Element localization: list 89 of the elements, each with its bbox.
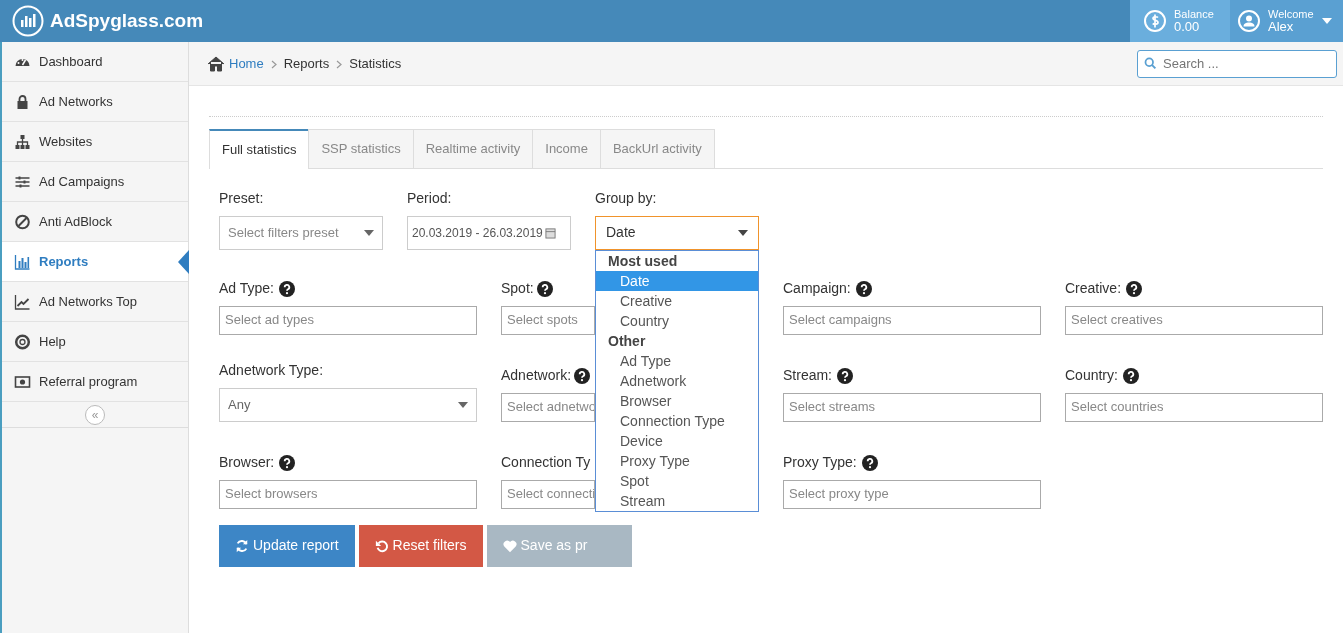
input-field[interactable]: Select creatives [1065, 305, 1323, 335]
input-field[interactable]: Select countries [1065, 392, 1323, 422]
sidebar-item[interactable]: Reports [2, 242, 188, 282]
caret-icon [364, 229, 374, 236]
bar-chart-icon [14, 253, 31, 270]
breadcrumb-link[interactable]: Home [207, 53, 264, 74]
group-by-select[interactable]: Date [595, 215, 759, 250]
input-field[interactable]: Select ad types [219, 305, 477, 335]
sidebar-item[interactable]: Dashboard [2, 42, 188, 82]
dropdown-option[interactable]: Browser [596, 390, 758, 411]
date-range-field[interactable]: 20.03.2019 - 26.03.2019 [407, 215, 571, 250]
field-label: Proxy Type: [783, 453, 857, 472]
input-field[interactable]: Select proxy type [783, 479, 1041, 509]
caret-icon [738, 229, 748, 236]
preset-select[interactable]: Select filters preset [219, 215, 383, 250]
user-menu[interactable]: Welcome Alex [1230, 0, 1343, 42]
input-field[interactable]: Select spots [501, 305, 595, 335]
tab[interactable]: BackUrl activity [599, 129, 715, 168]
field-label: Group by: [595, 189, 657, 208]
lifebuoy-icon [14, 333, 31, 350]
caret-icon [458, 401, 468, 408]
field-label: Ad Type: [219, 279, 274, 298]
sidebar-item[interactable]: Referral program [2, 362, 188, 402]
dropdown-option[interactable]: Adnetwork [596, 370, 758, 391]
action-button[interactable]: Reset filters [358, 524, 483, 567]
field-label: Preset: [219, 189, 264, 208]
input-field[interactable]: Select browsers [219, 479, 477, 509]
refresh-icon [235, 538, 249, 553]
field-label: Creative: [1065, 279, 1122, 298]
user-name: Alex [1268, 19, 1295, 35]
input-field[interactable]: Select campaigns [783, 305, 1041, 335]
tab[interactable]: Full statistics [209, 129, 310, 169]
search-field[interactable]: Search ... [1137, 49, 1337, 78]
undo-icon [374, 538, 389, 553]
dropdown-option[interactable]: Creative [596, 290, 758, 311]
balance-panel[interactable]: Balance 0.00 [1130, 0, 1230, 42]
collapse-button[interactable]: « [85, 404, 105, 425]
dropdown-option[interactable]: Device [596, 430, 758, 451]
field-label: Spot: [501, 279, 534, 298]
calendar-icon [544, 226, 556, 239]
input-field[interactable]: Select connecti [501, 479, 595, 509]
money-icon [14, 373, 31, 390]
sitemap-icon [14, 133, 31, 150]
active-indicator [178, 250, 189, 274]
dropdown-option[interactable]: Country [596, 310, 758, 331]
tab[interactable]: SSP statistics [308, 129, 414, 168]
tab[interactable]: Income [532, 129, 601, 168]
dropdown-option[interactable]: Spot [596, 470, 758, 491]
line-chart-icon [14, 293, 31, 310]
dropdown-option[interactable]: Date [596, 270, 758, 291]
option-group-label: Most used [607, 251, 679, 271]
dollar-icon [1144, 10, 1166, 32]
dropdown-option[interactable]: Stream [596, 490, 758, 511]
field-label: Connection Ty [501, 453, 591, 472]
field-label: Campaign: [783, 279, 851, 298]
sidebar-item[interactable]: Ad Campaigns [2, 162, 188, 202]
chevron-icon [336, 59, 343, 69]
dropdown-option[interactable]: Proxy Type [596, 450, 758, 471]
user-icon [1238, 10, 1260, 32]
sidebar-item[interactable]: Ad Networks Top [2, 282, 188, 322]
field-label: Period: [407, 189, 452, 208]
field-label: Browser: [219, 453, 275, 472]
logo-icon [12, 5, 44, 37]
select-field[interactable]: Any [219, 387, 477, 422]
action-button[interactable]: Update report [219, 524, 355, 567]
field-label: Country: [1065, 366, 1118, 385]
field-label: Stream: [783, 366, 832, 385]
breadcrumb-item: Statistics [349, 54, 402, 73]
sidebar-item[interactable]: Ad Networks [2, 82, 188, 122]
dropdown-option[interactable]: Connection Type [596, 410, 758, 431]
sidebar-item[interactable]: Websites [2, 122, 188, 162]
tab[interactable]: Realtime activity [412, 129, 534, 168]
breadcrumb-item[interactable]: Reports [283, 53, 330, 74]
input-field[interactable]: Select streams [783, 392, 1041, 422]
ban-icon [14, 213, 31, 230]
search-icon [1144, 56, 1158, 71]
dropdown-option[interactable]: Ad Type [596, 350, 758, 371]
brand-name[interactable]: AdSpyglass.com [50, 6, 204, 36]
option-group-label: Other [607, 331, 647, 351]
caret-icon [1321, 18, 1332, 24]
balance-value: 0.00 [1174, 19, 1201, 35]
heart-icon [502, 538, 517, 553]
sidebar-item[interactable]: Help [2, 322, 188, 362]
balance-label: Balance [1174, 7, 1214, 20]
field-label: Adnetwork Type: [219, 361, 324, 380]
home-icon [207, 55, 225, 72]
chevron-icon [270, 59, 277, 69]
field-label: Adnetwork: [501, 366, 572, 385]
welcome-label: Welcome [1268, 7, 1314, 20]
